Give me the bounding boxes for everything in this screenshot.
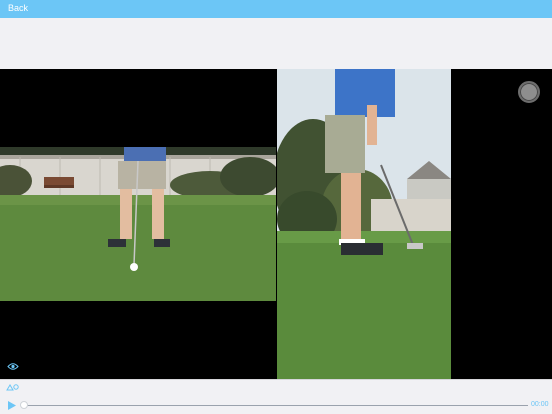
time-readout: 00:00 bbox=[531, 401, 549, 408]
timeline-scrubber[interactable] bbox=[20, 401, 28, 409]
eye-icon[interactable] bbox=[7, 362, 19, 371]
video-right-side-view bbox=[277, 69, 451, 379]
playback-controls: 00:00 bbox=[0, 379, 552, 414]
record-button[interactable] bbox=[518, 81, 540, 103]
video-left-front-view bbox=[0, 147, 276, 301]
timeline-track[interactable] bbox=[24, 405, 528, 406]
nav-bar: Back bbox=[0, 0, 552, 18]
play-icon[interactable] bbox=[8, 401, 16, 410]
back-button[interactable]: Back bbox=[8, 3, 28, 13]
toolbar-area bbox=[0, 18, 552, 69]
video-stage bbox=[0, 69, 552, 379]
draw-tool-icon[interactable] bbox=[6, 383, 20, 392]
